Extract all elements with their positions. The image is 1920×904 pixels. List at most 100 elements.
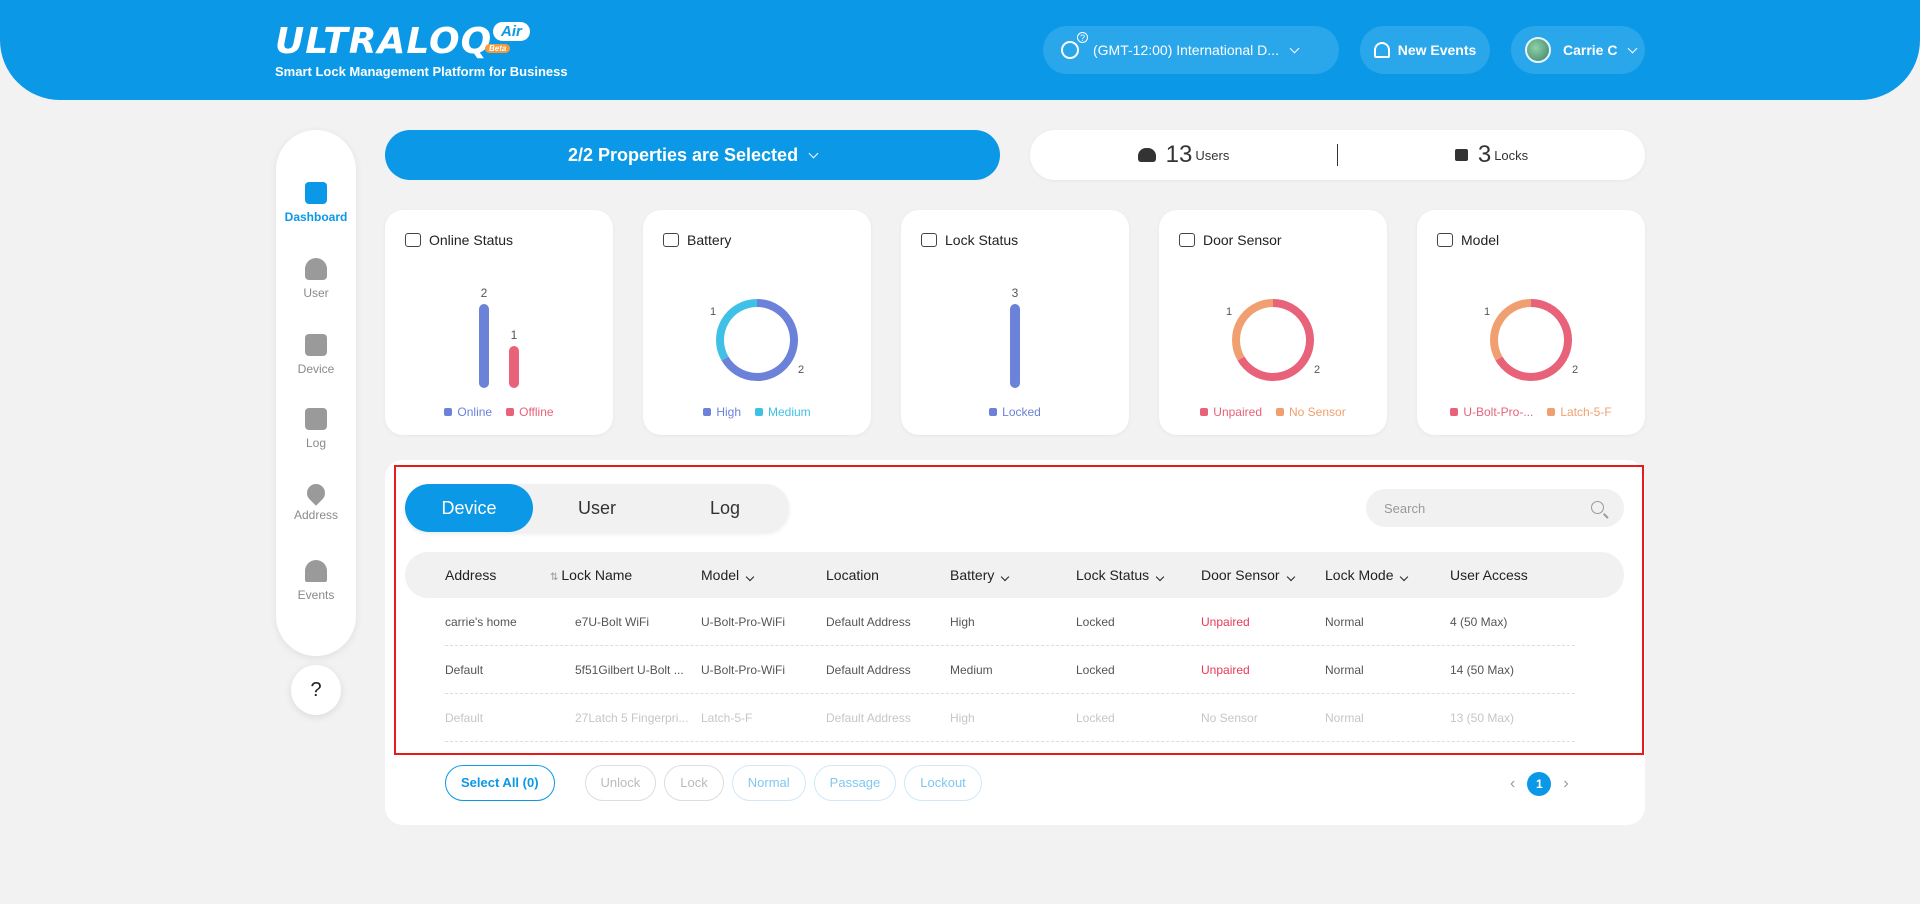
cell-lock-name: 5f51Gilbert U-Bolt ... <box>575 663 684 677</box>
new-events-label: New Events <box>1397 42 1477 58</box>
lockout-mode-button[interactable]: Lockout <box>904 765 982 801</box>
help-button[interactable]: ? <box>291 665 341 715</box>
new-events-button[interactable]: New Events <box>1360 26 1490 74</box>
legend-item-no-sensor[interactable]: No Sensor <box>1276 405 1346 419</box>
chevron-down-icon <box>1289 43 1300 53</box>
sidebar-item-dashboard[interactable]: Dashboard <box>276 182 356 224</box>
tab-device[interactable]: Device <box>405 484 533 532</box>
property-selector[interactable]: 2/2 Properties are Selected <box>385 130 1000 180</box>
select-all-button[interactable]: Select All (0) <box>445 765 555 801</box>
beta-badge: Beta <box>485 44 511 53</box>
timezone-selector[interactable]: ? (GMT-12:00) International D... <box>1043 26 1339 74</box>
sidebar-item-label: User <box>303 286 329 300</box>
normal-mode-button[interactable]: Normal <box>731 765 806 801</box>
column-header-lock-name[interactable]: ⇅ Lock Name <box>550 552 632 598</box>
chevron-down-icon <box>1286 572 1295 582</box>
avatar <box>1525 37 1551 63</box>
slice-value-label: 2 <box>1572 364 1578 376</box>
door-sensor-chart: 21 <box>1226 299 1320 381</box>
table-row[interactable]: carrie's home e7U-Bolt WiFi U-Bolt-Pro-W… <box>445 598 1575 646</box>
column-header-battery[interactable]: Battery <box>950 552 1010 598</box>
legend-label: Latch-5-F <box>1560 405 1612 419</box>
search-input[interactable] <box>1384 489 1584 527</box>
cell-battery: Medium <box>950 663 993 677</box>
cell-user-access: 14 (50 Max) <box>1450 663 1515 677</box>
bar-value-label: 1 <box>511 328 518 342</box>
device-model-icon <box>1437 233 1453 247</box>
user-icon <box>305 258 327 280</box>
legend-item-medium[interactable]: Medium <box>755 405 811 419</box>
page-number[interactable]: 1 <box>1527 772 1552 796</box>
chevron-down-icon <box>1001 572 1010 582</box>
sidebar-item-device[interactable]: Device <box>276 334 356 376</box>
bar-value-label: 3 <box>1012 286 1019 300</box>
sidebar-item-label: Address <box>293 508 339 522</box>
chevron-down-icon <box>1628 43 1638 53</box>
passage-mode-button[interactable]: Passage <box>813 765 897 801</box>
sidebar: Dashboard User Device Log Address Events <box>276 130 356 656</box>
slice-medium <box>716 299 758 361</box>
sort-icon[interactable]: ⇅ <box>550 572 558 583</box>
chevron-down-icon <box>745 572 755 582</box>
cell-door-sensor: Unpaired <box>1201 663 1250 677</box>
column-label: Lock Mode <box>1325 567 1394 583</box>
column-header-location: Location <box>826 552 879 598</box>
prev-page-button[interactable]: ‹ <box>1510 775 1515 793</box>
sidebar-item-address[interactable]: Address <box>276 480 356 522</box>
column-header-lock-mode[interactable]: Lock Mode <box>1325 552 1409 598</box>
column-header-user-access: User Access <box>1450 552 1528 598</box>
column-header-address: Address <box>445 552 496 598</box>
chevron-down-icon <box>1400 572 1409 582</box>
slice-value-label: 2 <box>1314 364 1320 376</box>
legend-label: U-Bolt-Pro-... <box>1463 405 1534 419</box>
chart-legend: U-Bolt-Pro-... Latch-5-F <box>1417 405 1645 419</box>
users-count[interactable]: 13 Users <box>1030 141 1337 169</box>
legend-label: High <box>716 405 741 419</box>
bar-online <box>479 304 489 388</box>
tab-user[interactable]: User <box>533 484 661 532</box>
user-menu[interactable]: Carrie C <box>1511 26 1645 74</box>
legend-label: Medium <box>768 405 811 419</box>
timezone-label: (GMT-12:00) International D... <box>1093 42 1279 58</box>
slice-value-label: 2 <box>798 364 804 376</box>
legend-item-latch-5-f[interactable]: Latch-5-F <box>1547 405 1612 419</box>
table-row[interactable]: Default 27Latch 5 Fingerpri... Latch-5-F… <box>445 694 1575 742</box>
next-page-button[interactable]: › <box>1563 775 1568 793</box>
column-label: Model <box>701 567 740 583</box>
users-count-value: 13 <box>1165 141 1193 168</box>
sidebar-item-log[interactable]: Log <box>276 408 356 450</box>
legend-item-locked[interactable]: Locked <box>989 405 1041 419</box>
tab-log[interactable]: Log <box>661 484 789 532</box>
search-icon[interactable] <box>1591 501 1604 514</box>
chevron-down-icon <box>1155 572 1165 582</box>
sidebar-item-events[interactable]: Events <box>276 560 356 602</box>
sidebar-item-user[interactable]: User <box>276 258 356 300</box>
column-header-model[interactable]: Model <box>701 552 755 598</box>
unlock-button[interactable]: Unlock <box>584 765 657 801</box>
chart-legend: Online Offline <box>385 405 613 419</box>
chart-legend: High Medium <box>643 405 871 419</box>
help-circle-icon[interactable]: ? <box>1077 32 1088 43</box>
legend-item-u-bolt-pro[interactable]: U-Bolt-Pro-... <box>1450 405 1533 419</box>
cell-battery: High <box>950 711 975 725</box>
locks-count[interactable]: 3 Locks <box>1338 141 1645 169</box>
logo-badge: Air <box>493 22 530 41</box>
table-row[interactable]: Default 5f51Gilbert U-Bolt ... U-Bolt-Pr… <box>445 646 1575 694</box>
bulk-actions: Select All (0) Unlock Lock Normal Passag… <box>445 765 982 801</box>
column-header-door-sensor[interactable]: Door Sensor <box>1201 552 1295 598</box>
summary-counts: 13 Users 3 Locks <box>1030 130 1645 180</box>
bar-value-label: 2 <box>481 286 488 300</box>
cell-location: Default Address <box>826 615 911 629</box>
cell-lock-name: 27Latch 5 Fingerpri... <box>575 711 689 725</box>
cell-location: Default Address <box>826 663 911 677</box>
legend-item-unpaired[interactable]: Unpaired <box>1200 405 1262 419</box>
legend-item-offline[interactable]: Offline <box>506 405 554 419</box>
bar-locked <box>1010 304 1020 388</box>
online-status-card: Online Status 21 Online Offline <box>385 210 613 435</box>
logo[interactable]: ULTRALOQ Air Beta Smart Lock Management … <box>275 22 568 80</box>
legend-label: Unpaired <box>1213 405 1262 419</box>
column-header-lock-status[interactable]: Lock Status <box>1076 552 1165 598</box>
lock-button[interactable]: Lock <box>664 765 724 801</box>
legend-item-high[interactable]: High <box>703 405 741 419</box>
legend-item-online[interactable]: Online <box>444 405 492 419</box>
